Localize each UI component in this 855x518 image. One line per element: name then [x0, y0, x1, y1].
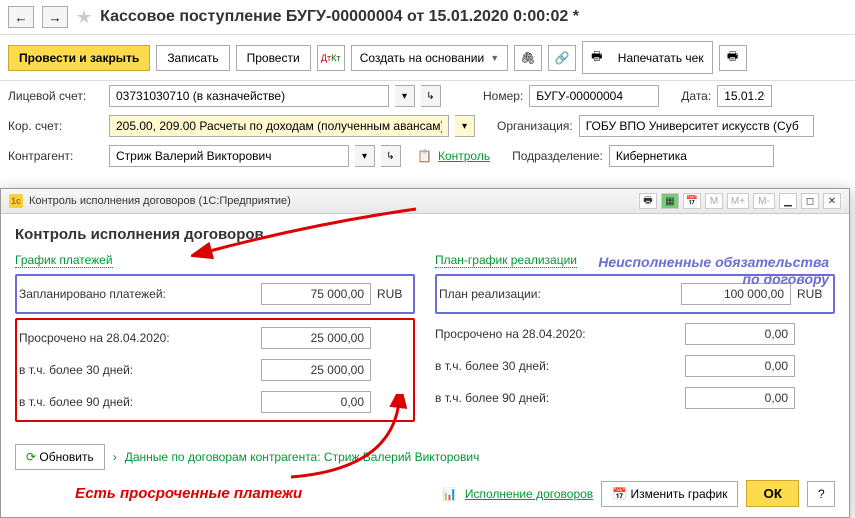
chevron-right-icon: › — [113, 450, 117, 464]
calendar-small-icon: 📅 — [612, 487, 627, 501]
change-schedule-button[interactable]: 📅 Изменить график — [601, 481, 738, 507]
plan-real-label: План реализации: — [439, 287, 675, 301]
gt30-label: в т.ч. более 30 дней: — [19, 363, 255, 377]
help-button[interactable]: ? — [807, 481, 835, 507]
division-input[interactable] — [609, 145, 774, 167]
gt90-label: в т.ч. более 90 дней: — [19, 395, 255, 409]
overdue-label: Просрочено на 28.04.2020: — [19, 331, 255, 345]
date-input[interactable] — [717, 85, 772, 107]
control-link[interactable]: Контроль — [438, 149, 490, 163]
save-button[interactable]: Записать — [156, 45, 229, 71]
gt90-2-label: в т.ч. более 90 дней: — [435, 391, 679, 405]
print-icon[interactable]: 🖶 — [719, 45, 747, 71]
gt90-2-value: 0,00 — [685, 387, 795, 409]
kor-input[interactable] — [109, 115, 449, 137]
contractor-data-text: Данные по договорам контрагента: Стриж В… — [125, 450, 480, 464]
account-select-button[interactable]: ▾ — [395, 85, 415, 107]
number-input[interactable] — [529, 85, 659, 107]
refresh-button[interactable]: ⟳ Обновить — [15, 444, 105, 470]
refresh-icon: ⟳ — [26, 450, 36, 464]
plan-realization-header[interactable]: План-график реализации — [435, 253, 577, 268]
print-check-button[interactable]: 🖶 Напечатать чек — [582, 41, 712, 74]
calendar-icon[interactable]: 📋 — [417, 149, 432, 163]
attach-icon[interactable]: 🖇 — [514, 45, 542, 71]
date-label: Дата: — [681, 89, 711, 103]
plan-real-unit: RUB — [797, 287, 831, 301]
contr-select-button[interactable]: ▾ — [355, 145, 375, 167]
gt30-value: 25 000,00 — [261, 359, 371, 381]
dialog-window-title: Контроль исполнения договоров (1С:Предпр… — [29, 195, 291, 207]
gt90-value: 0,00 — [261, 391, 371, 413]
contr-label: Контрагент: — [8, 149, 103, 163]
maximize-icon[interactable]: ◻ — [801, 193, 819, 209]
kor-label: Кор. счет: — [8, 119, 103, 133]
chevron-down-icon: ▼ — [490, 53, 499, 63]
minimize-icon[interactable]: ▁ — [779, 193, 797, 209]
contr-open-button[interactable]: ↳ — [381, 145, 401, 167]
payments-schedule-header[interactable]: График платежей — [15, 253, 113, 268]
gt30-2-label: в т.ч. более 30 дней: — [435, 359, 679, 373]
planned-value: 75 000,00 — [261, 283, 371, 305]
overdue-value: 25 000,00 — [261, 327, 371, 349]
overdue2-label: Просрочено на 28.04.2020: — [435, 327, 679, 341]
dtkt-icon[interactable]: ДтКт — [317, 45, 345, 71]
org-label: Организация: — [497, 119, 573, 133]
back-button[interactable]: ← — [8, 6, 34, 28]
ok-button[interactable]: ОК — [746, 480, 799, 507]
close-icon[interactable]: ✕ — [823, 193, 841, 209]
account-open-button[interactable]: ↳ — [421, 85, 441, 107]
annotation-obligations: Неисполненные обязательства по договору — [598, 254, 829, 288]
favorite-star-icon[interactable]: ★ — [76, 7, 92, 28]
post-and-close-button[interactable]: Провести и закрыть — [8, 45, 150, 71]
planned-unit: RUB — [377, 287, 411, 301]
division-label: Подразделение: — [512, 149, 603, 163]
link-icon[interactable]: 🔗 — [548, 45, 576, 71]
create-based-dropdown[interactable]: Создать на основании▼ — [351, 45, 508, 71]
dialog-title: Контроль исполнения договоров — [15, 226, 835, 243]
annotation-overdue: Есть просроченные платежи — [75, 485, 302, 502]
post-button[interactable]: Провести — [236, 45, 311, 71]
account-input[interactable] — [109, 85, 389, 107]
gt30-2-value: 0,00 — [685, 355, 795, 377]
overdue2-value: 0,00 — [685, 323, 795, 345]
calc-tb-icon[interactable]: ▦ — [661, 193, 679, 209]
exec-icon: 📊 — [442, 487, 457, 501]
control-dialog: 1c Контроль исполнения договоров (1С:Пре… — [0, 188, 850, 518]
app-1c-icon: 1c — [9, 194, 23, 208]
account-label: Лицевой счет: — [8, 89, 103, 103]
org-input[interactable] — [579, 115, 814, 137]
print-tb-icon[interactable]: 🖶 — [639, 193, 657, 209]
m-minus-button[interactable]: M- — [753, 193, 775, 209]
contr-input[interactable] — [109, 145, 349, 167]
m-button[interactable]: M — [705, 193, 723, 209]
number-label: Номер: — [483, 89, 523, 103]
cal-tb-icon[interactable]: 📅 — [683, 193, 701, 209]
printer-icon: 🖶 — [591, 47, 602, 68]
kor-select-button[interactable]: ▾ — [455, 115, 475, 137]
forward-button[interactable]: → — [42, 6, 68, 28]
exec-contracts-link[interactable]: Исполнение договоров — [465, 487, 593, 501]
planned-label: Запланировано платежей: — [19, 287, 255, 301]
m-plus-button[interactable]: M+ — [727, 193, 749, 209]
page-title: Кассовое поступление БУГУ-00000004 от 15… — [100, 8, 579, 26]
